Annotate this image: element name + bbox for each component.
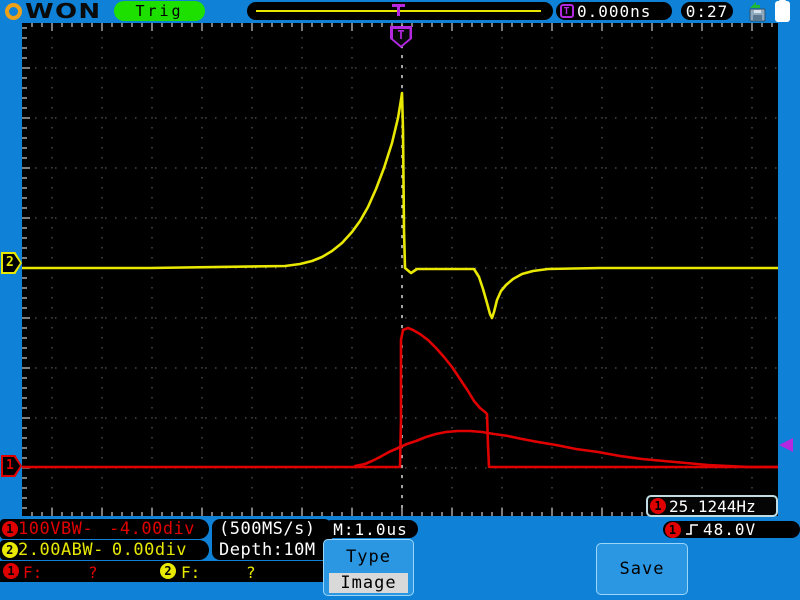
ch2-scale: 2.00ABW- xyxy=(18,540,104,560)
ch1-scale: 100VBW- xyxy=(18,519,93,539)
type-menu-button[interactable]: Type Image xyxy=(323,539,414,596)
memory-position-bar[interactable] xyxy=(247,2,553,20)
trigger-time-value: 0.000ns xyxy=(577,2,651,21)
ch2-info-bar: 2 2.00ABW- 0.00div xyxy=(0,540,209,560)
trigger-t-icon: T xyxy=(560,4,574,18)
trigger-status-badge: Trig xyxy=(114,1,205,21)
ch2-measure-label: F: xyxy=(181,563,200,582)
ch1-badge: 1 xyxy=(650,498,666,514)
ch1-position-marker[interactable]: 1 xyxy=(1,455,22,477)
ch2-position-marker[interactable]: 2 xyxy=(1,252,22,274)
ch1-badge: 1 xyxy=(3,563,19,579)
ch2-badge: 2 xyxy=(2,542,18,558)
logo-text: WON xyxy=(25,0,101,23)
oscilloscope-screen: WON Trig T 0.000ns 0:27 T 2 xyxy=(0,0,800,600)
ch2-badge: 2 xyxy=(160,563,176,579)
ch2-measure-value: ? xyxy=(246,563,256,582)
ch1-measure-value: ? xyxy=(88,563,98,582)
trigger-level-arrow-icon[interactable] xyxy=(779,438,793,452)
ch1-current-hump xyxy=(355,431,778,467)
sample-rate: (500MS/s) xyxy=(219,519,332,539)
ch1-badge: 1 xyxy=(665,522,681,538)
trigger-frequency-value: 25.1244Hz xyxy=(669,497,756,516)
ch2-position: 0.00div xyxy=(112,540,187,560)
battery-icon xyxy=(775,1,790,22)
ch1-info-bar: 1 100VBW- -4.00div xyxy=(0,519,209,539)
type-value: Image xyxy=(329,573,408,593)
trigger-frequency-box: 1 25.1244Hz xyxy=(646,495,778,517)
clock-readout: 0:27 xyxy=(681,2,733,20)
save-label: Save xyxy=(620,559,665,579)
ch1-measure-label: F: xyxy=(23,563,42,582)
memory-depth: Depth:10M xyxy=(219,540,332,560)
type-label: Type xyxy=(324,547,413,567)
waveform-display xyxy=(22,23,778,516)
usb-disk-icon xyxy=(745,2,769,22)
save-button[interactable]: Save xyxy=(596,543,688,595)
trigger-level-readout: 1 48.0V xyxy=(663,521,800,538)
timebase-readout: M:1.0us xyxy=(323,520,418,538)
ch1-position: -4.00div xyxy=(109,519,195,539)
trigger-level-value: 48.0V xyxy=(703,520,756,539)
trigger-time-readout: T 0.000ns xyxy=(556,2,672,20)
top-status-bar: WON Trig T 0.000ns 0:27 xyxy=(0,0,800,23)
rising-edge-icon xyxy=(685,523,699,536)
ch1-badge: 1 xyxy=(2,521,18,537)
memory-trigger-marker-icon[interactable] xyxy=(392,4,405,16)
ch2-voltage-trace xyxy=(22,93,778,318)
measurement-bar: 1 F: ? 2 F: ? xyxy=(0,561,330,582)
acquisition-info-box: (500MS/s) Depth:10M xyxy=(212,519,332,560)
logo-o-icon xyxy=(5,3,22,20)
owon-logo: WON xyxy=(5,1,84,21)
graticule-canvas xyxy=(22,23,778,516)
